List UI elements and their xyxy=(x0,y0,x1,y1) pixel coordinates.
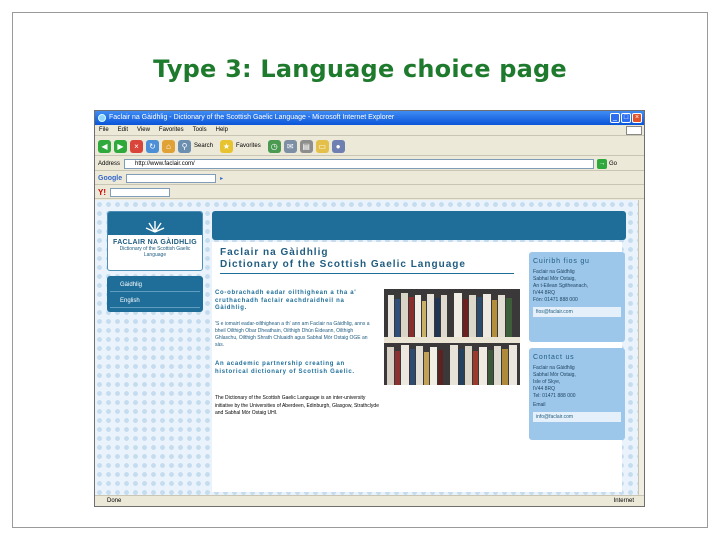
forward-arrow-icon[interactable]: ▶ xyxy=(114,139,127,153)
site-name: FACLAIR NA GÀIDHLIG xyxy=(113,239,197,246)
messenger-icon[interactable]: ● xyxy=(331,139,345,153)
slide-title: Type 3: Language choice page xyxy=(153,55,567,83)
google-search-input[interactable] xyxy=(126,173,217,183)
contact-line: IV44 8RQ xyxy=(533,290,555,296)
window-title: Faclair na Gàidhlig - Dictionary of the … xyxy=(109,114,395,121)
yahoo-search-input[interactable] xyxy=(110,187,170,197)
contact-line: IV44 8RQ xyxy=(533,386,555,392)
nav-item-gaelic[interactable]: Gàidhlig xyxy=(110,278,200,292)
print-icon[interactable]: ▤ xyxy=(299,139,313,153)
menu-edit[interactable]: Edit xyxy=(118,125,128,135)
vertical-scrollbar[interactable] xyxy=(638,200,644,497)
sunrise-logo-icon xyxy=(145,221,165,233)
heading-english: Dictionary of the Scottish Gaelic Langua… xyxy=(220,259,466,270)
gaelic-intro: Co-obrachadh eadar oilthighean a tha a' … xyxy=(215,290,357,311)
bookshelf-image xyxy=(384,289,520,385)
gaelic-body: 'S e iomairt eadar-oilthighean a th' ann… xyxy=(215,321,370,348)
bookshelf-photo xyxy=(384,289,520,385)
folder-icon[interactable]: ▭ xyxy=(315,139,329,153)
contact-line: Sabhal Mòr Ostaig, xyxy=(533,372,576,378)
yahoo-toolbar: Y! xyxy=(95,186,644,199)
yahoo-logo: Y! xyxy=(98,187,106,197)
menu-favorites[interactable]: Favorites xyxy=(159,125,184,135)
maximize-button[interactable]: □ xyxy=(621,113,631,123)
contact-line: An t-Eilean Sgitheanach, xyxy=(533,283,589,289)
search-label[interactable]: Search xyxy=(194,143,213,149)
menu-file[interactable]: File xyxy=(99,125,109,135)
browser-window: Faclair na Gàidhlig - Dictionary of the … xyxy=(94,110,645,507)
standard-toolbar: ◀ ▶ × ↻ ⌂ ⚲ Search ★ Favorites ◷ ✉ ▤ ▭ ● xyxy=(95,137,644,156)
mail-icon[interactable]: ✉ xyxy=(283,139,297,153)
english-intro: An academic partnership creating an hist… xyxy=(215,361,355,375)
site-logo-box: FACLAIR NA GÀIDHLIG Dictionary of the Sc… xyxy=(107,211,203,271)
menu-bar: File Edit View Favorites Tools Help xyxy=(95,125,644,136)
favorites-label[interactable]: Favorites xyxy=(236,143,261,149)
contact-box-english: Contact us Faclair na Gàidhlig Sabhal Mò… xyxy=(529,348,625,440)
site-subtitle: Dictionary of the Scottish Gaelic Langua… xyxy=(119,246,191,258)
language-nav: Gàidhlig English xyxy=(107,276,203,312)
back-arrow-icon[interactable]: ◀ xyxy=(98,139,111,153)
search-icon[interactable]: ⚲ xyxy=(178,139,191,153)
menu-help[interactable]: Help xyxy=(216,125,228,135)
windows-flag-icon xyxy=(626,126,642,135)
google-search-button[interactable]: ▸ xyxy=(220,175,223,182)
header-banner xyxy=(212,211,626,240)
site-logo-banner xyxy=(108,212,202,235)
page-content: FACLAIR NA GÀIDHLIG Dictionary of the Sc… xyxy=(95,200,640,497)
contact-line: Faclair na Gàidhlig xyxy=(533,365,575,371)
refresh-icon[interactable]: ↻ xyxy=(146,139,159,153)
address-bar: Address http://www.faclair.com/ → Go xyxy=(95,157,644,171)
english-body: The Dictionary of the Scottish Gaelic La… xyxy=(215,395,379,416)
status-text: Done xyxy=(107,498,122,504)
minimize-button[interactable]: _ xyxy=(610,113,620,123)
address-label: Address xyxy=(98,160,121,167)
home-icon[interactable]: ⌂ xyxy=(162,139,175,153)
status-bar: Done Internet xyxy=(95,495,644,506)
contact-line: Sabhal Mòr Ostaig, xyxy=(533,276,576,282)
close-button[interactable]: × xyxy=(632,113,642,123)
window-titlebar: Faclair na Gàidhlig - Dictionary of the … xyxy=(95,111,644,125)
status-zone: Internet xyxy=(613,498,634,504)
contact-line: Fòn: 01471 888 000 xyxy=(533,297,578,303)
heading-rule xyxy=(220,273,514,274)
contact-email-label: Email xyxy=(533,402,546,408)
stop-icon[interactable]: × xyxy=(130,139,143,153)
contact-email-link-english[interactable]: info@faclair.com xyxy=(533,412,621,422)
menu-view[interactable]: View xyxy=(137,125,150,135)
contact-box-gaelic: Cuiribh fios gu Faclair na Gàidhlig Sabh… xyxy=(529,252,625,342)
contact-line: Isle of Skye, xyxy=(533,379,561,385)
menu-tools[interactable]: Tools xyxy=(193,125,207,135)
go-button[interactable]: → xyxy=(597,158,608,169)
internet-explorer-icon xyxy=(98,114,106,122)
contact-title-english: Contact us xyxy=(533,354,575,361)
contact-line: Tel: 01471 888 000 xyxy=(533,393,576,399)
favorites-star-icon[interactable]: ★ xyxy=(220,139,234,153)
contact-email-link-gaelic[interactable]: fios@faclair.com xyxy=(533,307,621,317)
google-logo: Google xyxy=(98,174,123,182)
go-label[interactable]: Go xyxy=(609,161,617,167)
contact-line: Faclair na Gàidhlig xyxy=(533,269,575,275)
history-icon[interactable]: ◷ xyxy=(267,139,281,153)
heading-gaelic: Faclair na Gàidhlig xyxy=(220,247,329,258)
address-input[interactable]: http://www.faclair.com/ xyxy=(124,158,595,169)
google-toolbar: Google ▸ xyxy=(95,172,644,185)
contact-title-gaelic: Cuiribh fios gu xyxy=(533,258,590,265)
nav-item-english[interactable]: English xyxy=(110,294,200,308)
